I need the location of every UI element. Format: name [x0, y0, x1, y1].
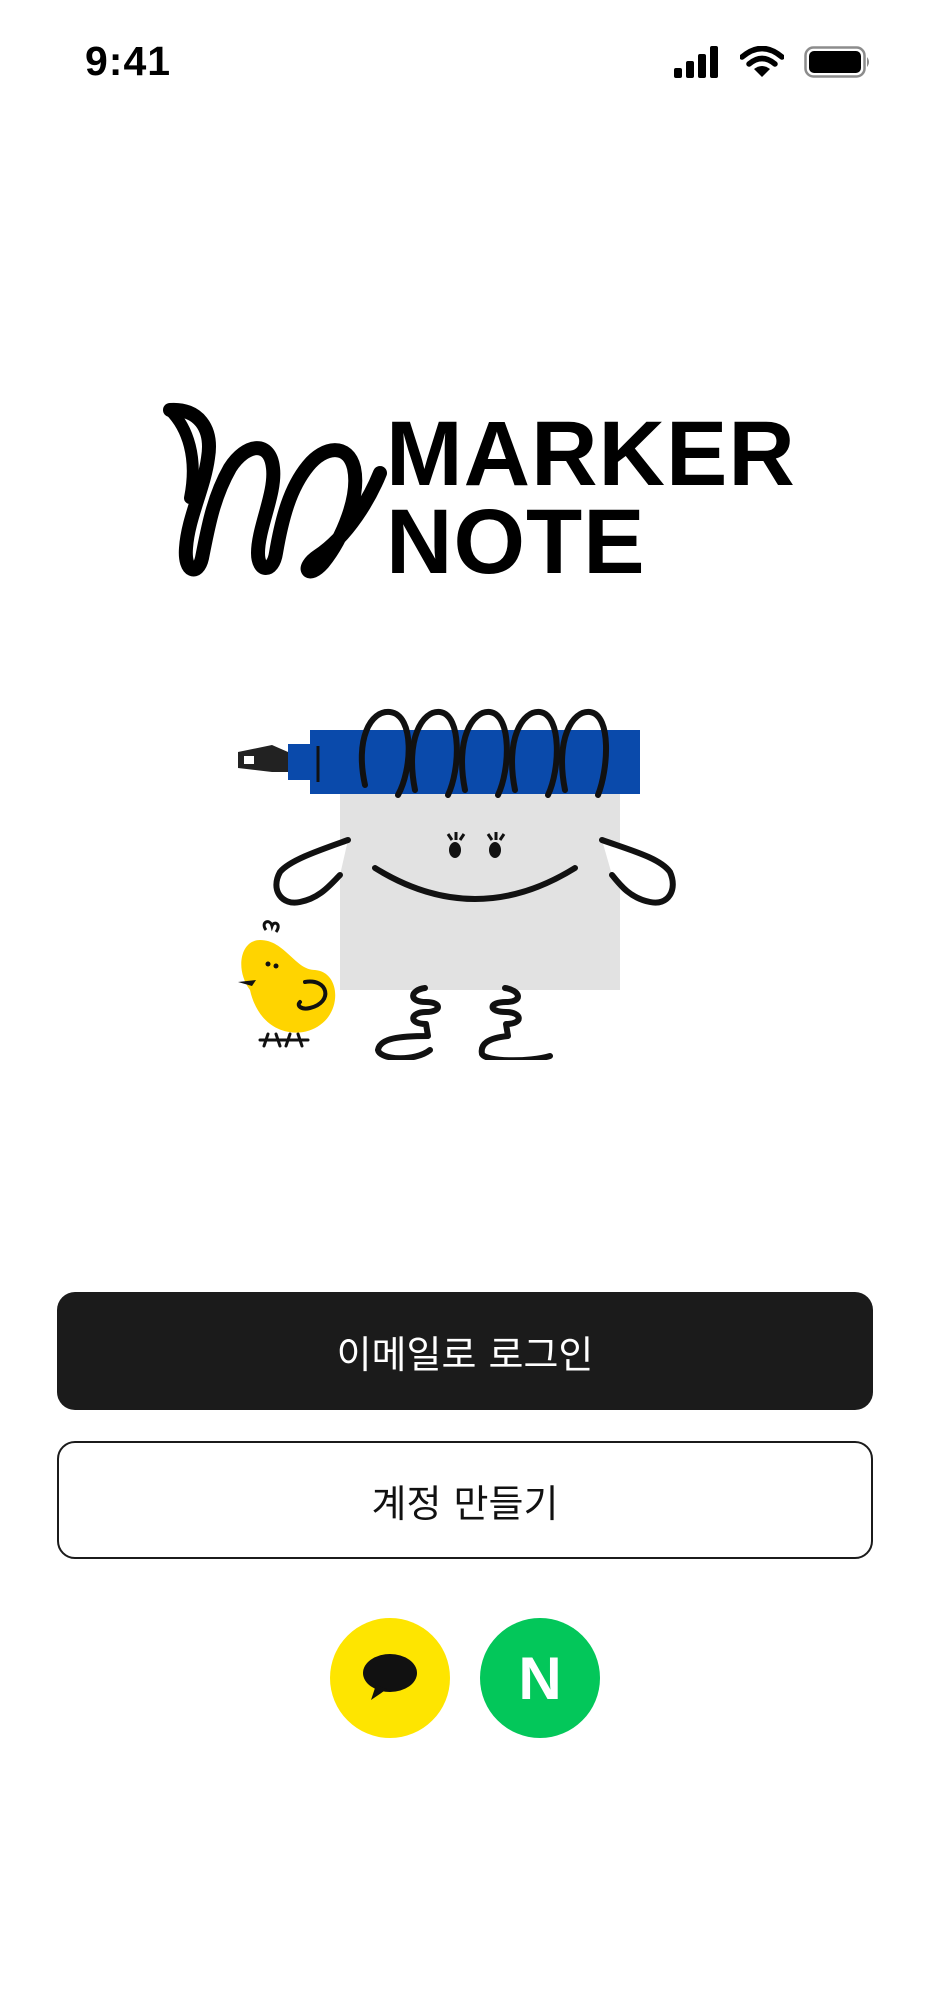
status-bar: 9:41	[0, 0, 930, 130]
email-login-label: 이메일로 로그인	[336, 1332, 594, 1377]
email-login-button[interactable]: 이메일로 로그인	[57, 1292, 873, 1410]
mascot-illustration	[230, 690, 710, 1064]
notepad-body	[340, 770, 620, 990]
status-time: 9:41	[85, 38, 172, 84]
naver-login-button[interactable]: N	[480, 1618, 600, 1738]
create-account-button[interactable]: 계정 만들기	[57, 1441, 873, 1559]
logo-line-marker: MARKER	[386, 403, 796, 505]
naver-n-icon: N	[518, 1644, 562, 1712]
cellular-signal-icon	[674, 46, 718, 78]
marker-pen-icon	[238, 730, 640, 794]
logo-wordmark: MARKER NOTE	[386, 403, 796, 593]
kakao-login-button[interactable]	[330, 1618, 450, 1738]
status-icons	[674, 46, 872, 78]
wifi-icon	[740, 46, 784, 77]
kakao-speech-bubble-icon	[363, 1654, 417, 1700]
logo-line-note: NOTE	[386, 491, 646, 593]
battery-icon	[804, 46, 869, 78]
create-account-label: 계정 만들기	[371, 1481, 559, 1526]
app-logo: MARKER NOTE	[158, 398, 795, 598]
social-login-row: N	[330, 1618, 600, 1738]
scribble-m-logo-mark	[163, 402, 387, 579]
yellow-chick-icon	[238, 920, 336, 1048]
